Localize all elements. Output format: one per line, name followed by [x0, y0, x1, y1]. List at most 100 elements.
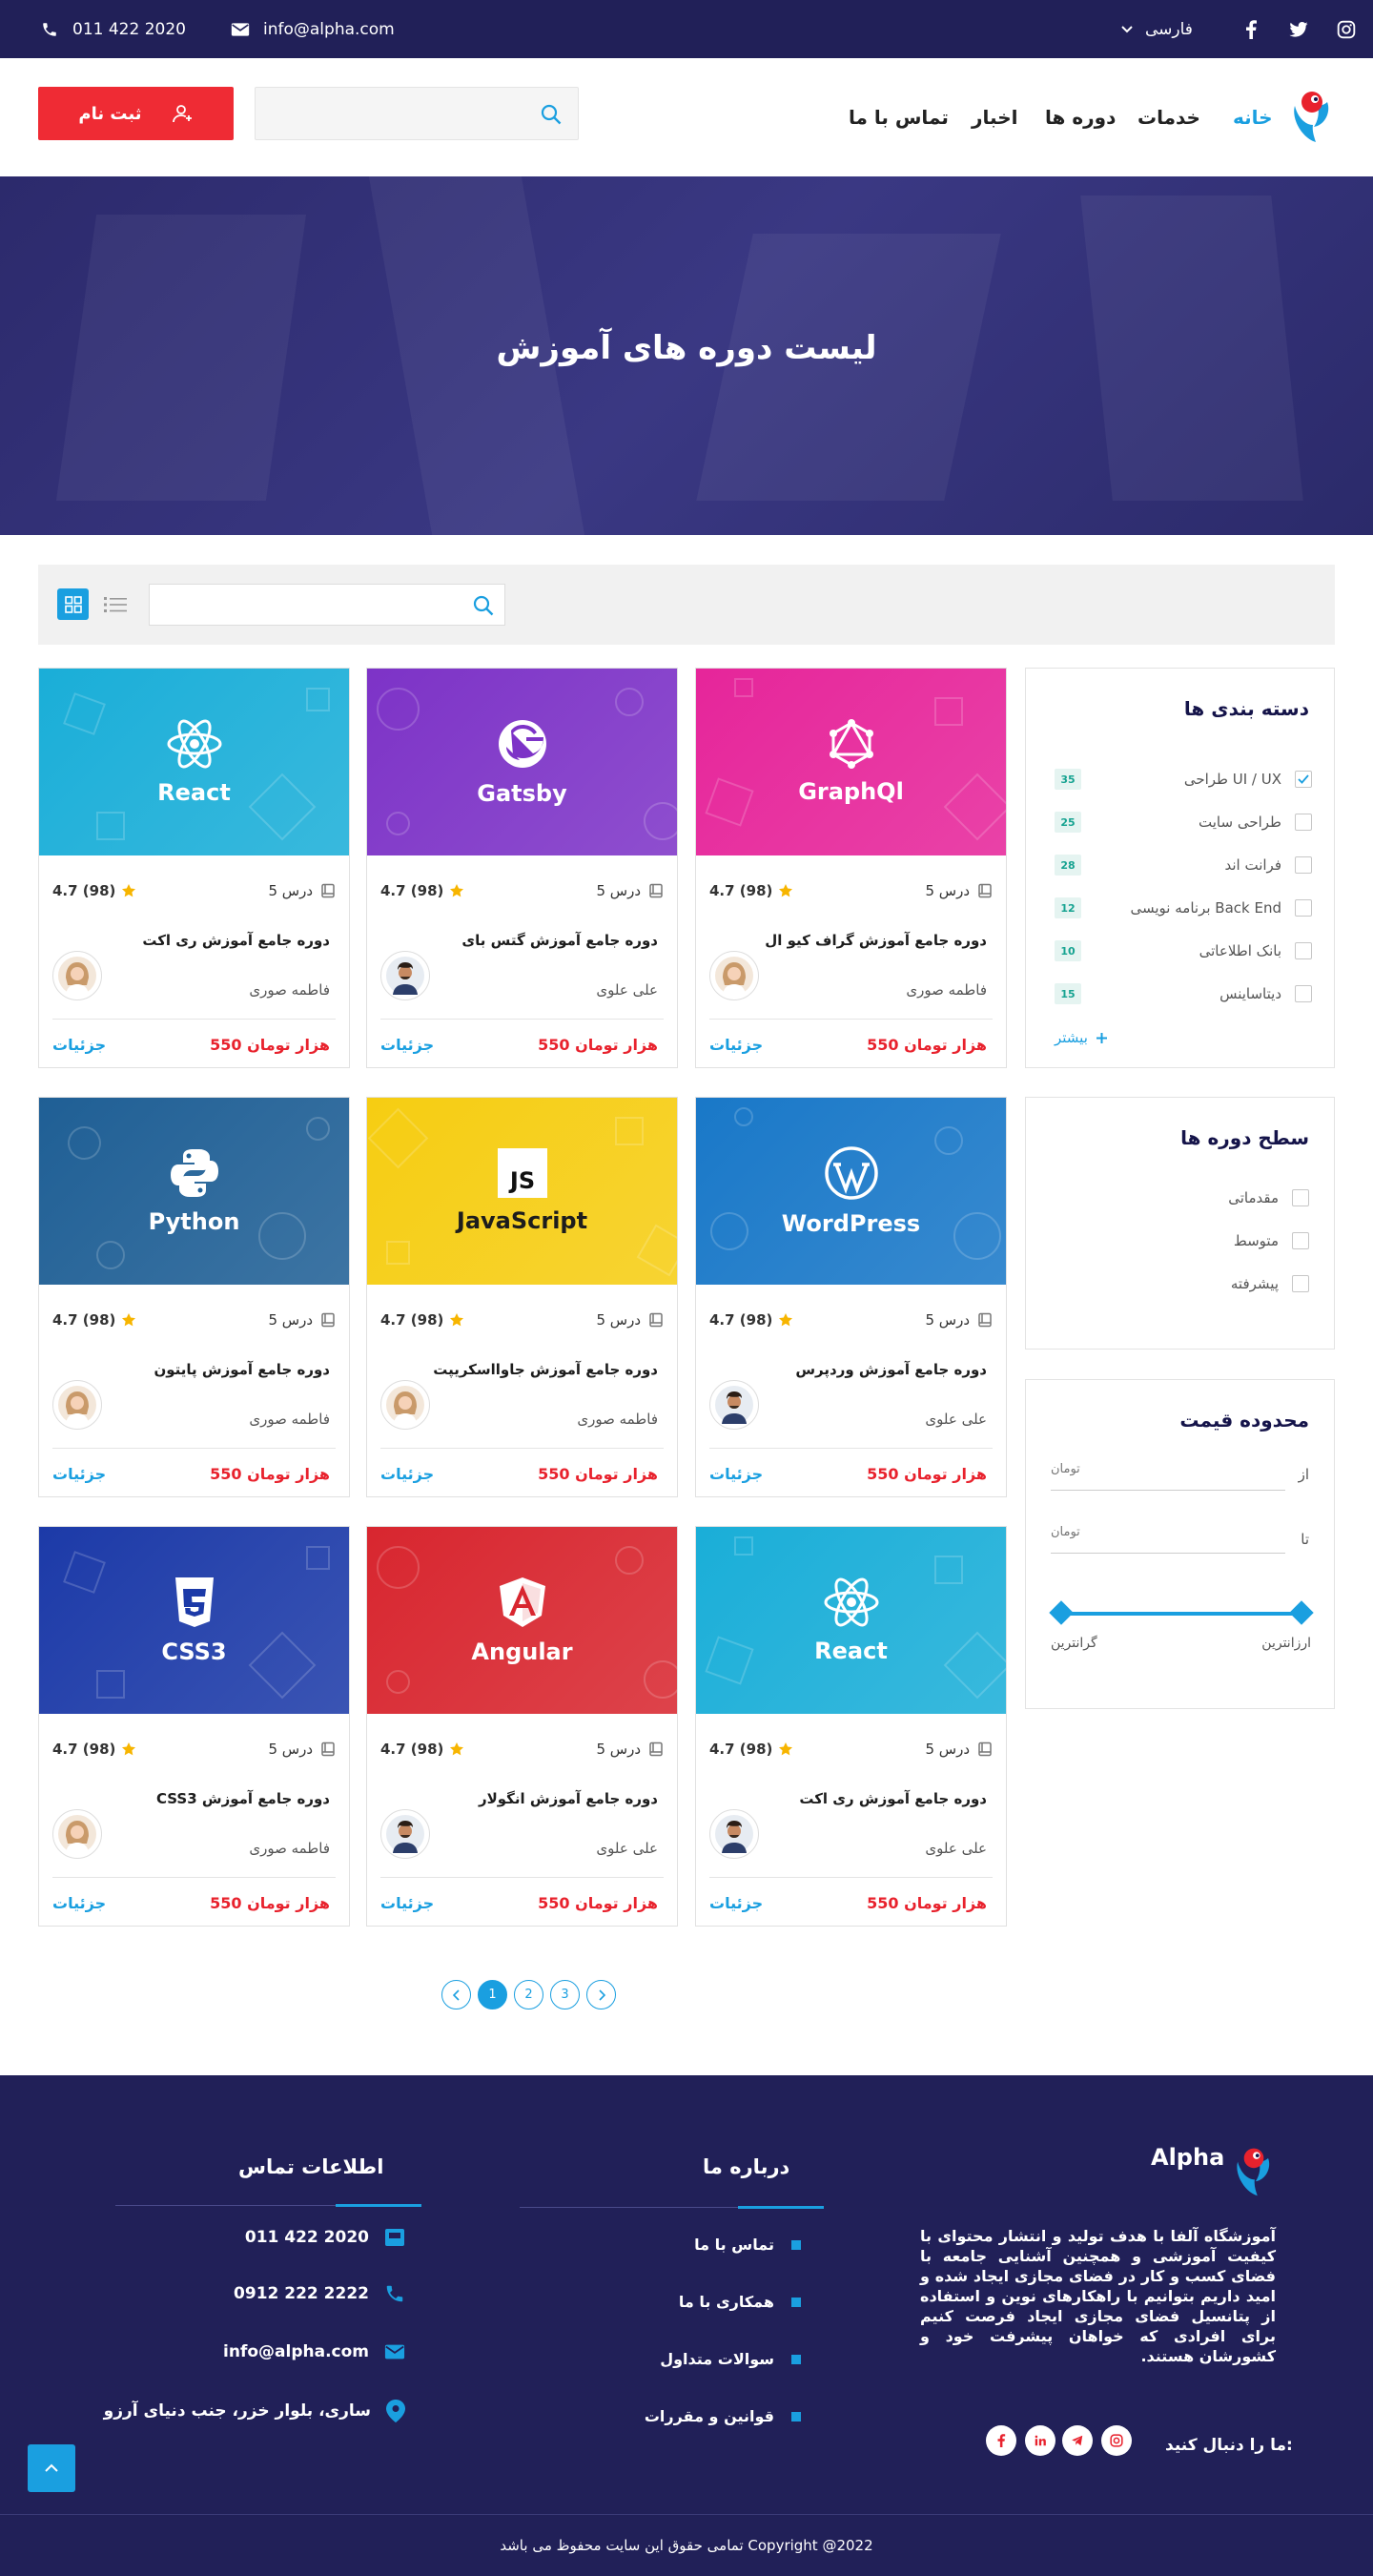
course-title[interactable]: دوره جامع آموزش انگولار: [479, 1790, 658, 1807]
course-title[interactable]: دوره جامع آموزش گراف کیو ال: [765, 932, 987, 949]
next-page-button[interactable]: [586, 1980, 616, 2009]
register-button[interactable]: ثبت نام: [38, 87, 234, 140]
grid-view-button[interactable]: [57, 588, 89, 620]
nav-home[interactable]: خانه: [1233, 58, 1273, 176]
course-thumbnail[interactable]: GraphQl: [696, 669, 1006, 855]
facebook-icon[interactable]: [1240, 18, 1262, 41]
course-thumbnail[interactable]: Gatsby: [367, 669, 677, 855]
course-card[interactable]: CSS3 4.7 (98) 5 درس دوره جامع آموزش CSS3 فاط…: [38, 1526, 350, 1927]
price-slider-max-handle[interactable]: [1289, 1600, 1314, 1625]
course-details-link[interactable]: جزئیات: [380, 1465, 434, 1483]
course-thumbnail[interactable]: Angular: [367, 1527, 677, 1714]
course-details-link[interactable]: جزئیات: [380, 1036, 434, 1054]
category-item[interactable]: 28 فرانت اند: [1055, 854, 1312, 876]
contact-phone[interactable]: 011 422 2020: [245, 2228, 405, 2247]
level-option[interactable]: متوسط: [1234, 1232, 1309, 1249]
course-card[interactable]: JS JavaScript 4.7 (98) 5 درس دوره جامع آموزش…: [366, 1097, 678, 1497]
nav-contact[interactable]: تماس با ما: [849, 58, 949, 176]
course-title[interactable]: دوره جامع آموزش وردپرس: [795, 1361, 987, 1378]
course-details-link[interactable]: جزئیات: [52, 1894, 106, 1912]
course-search-field[interactable]: [149, 584, 505, 626]
level-option[interactable]: پیشرفته: [1231, 1275, 1309, 1292]
course-details-link[interactable]: جزئیات: [709, 1465, 763, 1483]
contact-mobile[interactable]: 0912 222 2222: [234, 2283, 405, 2304]
checkbox[interactable]: [1295, 899, 1312, 917]
course-details-link[interactable]: جزئیات: [52, 1465, 106, 1483]
topbar-phone[interactable]: 011 422 2020: [38, 0, 186, 58]
checkbox[interactable]: [1292, 1232, 1309, 1249]
course-thumbnail[interactable]: JS JavaScript: [367, 1098, 677, 1285]
course-title[interactable]: دوره جامع آموزش ری اکت: [142, 932, 330, 949]
back-to-top-button[interactable]: [28, 2444, 75, 2492]
course-details-link[interactable]: جزئیات: [380, 1894, 434, 1912]
category-item[interactable]: 10 بانک اطلاعاتی: [1055, 939, 1312, 962]
site-logo[interactable]: [1289, 85, 1335, 150]
search-icon[interactable]: [540, 103, 563, 130]
course-title[interactable]: دوره جامع آموزش پایتون: [154, 1361, 330, 1378]
instagram-icon[interactable]: [1335, 18, 1358, 41]
contact-address[interactable]: ساری، بلوار خزر، جنب دنیای آرزو: [104, 2400, 405, 2422]
category-item[interactable]: 12 برنامه نویسی Back End: [1055, 896, 1312, 919]
footer-link[interactable]: قوانین و مقررات: [645, 2407, 801, 2425]
course-card[interactable]: Gatsby 4.7 (98) 5 درس دوره جامع آموزش گتس ب…: [366, 668, 678, 1068]
price-to-field[interactable]: تومان: [1051, 1519, 1285, 1554]
list-icon: [103, 596, 127, 613]
course-card[interactable]: WordPress 4.7 (98) 5 درس دوره جامع آموزش ور…: [695, 1097, 1007, 1497]
footer-link[interactable]: همکاری با ما: [679, 2293, 801, 2311]
list-view-button[interactable]: [99, 588, 131, 620]
nav-courses[interactable]: دوره ها: [1045, 58, 1116, 176]
course-details-link[interactable]: جزئیات: [52, 1036, 106, 1054]
checkbox[interactable]: [1295, 856, 1312, 874]
category-item[interactable]: 15 دیتاساینس: [1055, 982, 1312, 1005]
header-search-input[interactable]: [265, 97, 513, 130]
course-thumbnail[interactable]: Python: [39, 1098, 349, 1285]
course-teacher: فاطمه صوری: [906, 981, 987, 999]
linkedin-icon[interactable]: [1025, 2425, 1055, 2456]
course-title[interactable]: دوره جامع آموزش گتس بای: [461, 932, 658, 949]
footer-link[interactable]: تماس با ما: [694, 2236, 801, 2254]
search-icon[interactable]: [472, 594, 495, 621]
instagram-icon[interactable]: [1101, 2425, 1132, 2456]
topbar-email[interactable]: info@alpha.com: [229, 0, 395, 58]
checkbox[interactable]: [1292, 1189, 1309, 1206]
level-option[interactable]: مقدماتی: [1228, 1189, 1309, 1206]
price-slider-min-handle[interactable]: [1049, 1600, 1074, 1625]
course-card[interactable]: Angular 4.7 (98) 5 درس دوره جامع آموزش انگو…: [366, 1526, 678, 1927]
course-thumbnail[interactable]: CSS3: [39, 1527, 349, 1714]
course-title[interactable]: دوره جامع آموزش ری اکت: [799, 1790, 987, 1807]
prev-page-button[interactable]: [441, 1980, 471, 2009]
checkbox[interactable]: [1295, 814, 1312, 831]
checkbox[interactable]: [1292, 1275, 1309, 1292]
course-thumbnail[interactable]: React: [696, 1527, 1006, 1714]
checkbox[interactable]: [1295, 942, 1312, 959]
more-categories-link[interactable]: بیشتر: [1055, 1029, 1108, 1046]
telegram-icon[interactable]: [1062, 2425, 1093, 2456]
twitter-icon[interactable]: [1287, 18, 1310, 41]
nav-news[interactable]: اخبار: [972, 58, 1017, 176]
footer-link[interactable]: سوالات متداول: [660, 2350, 801, 2368]
category-item[interactable]: 25 طراحی سایت: [1055, 811, 1312, 834]
price-slider-track[interactable]: [1060, 1612, 1302, 1616]
course-card[interactable]: React 4.7 (98) 5 درس دوره جامع آموزش ری اکت…: [38, 668, 350, 1068]
checkbox[interactable]: [1295, 771, 1312, 788]
course-thumbnail[interactable]: React: [39, 669, 349, 855]
course-details-link[interactable]: جزئیات: [709, 1036, 763, 1054]
course-card[interactable]: Python 4.7 (98) 5 درس دوره جامع آموزش پایتو…: [38, 1097, 350, 1497]
page-button[interactable]: 3: [550, 1980, 580, 2009]
page-button[interactable]: 2: [514, 1980, 543, 2009]
language-selector[interactable]: فارسی: [1120, 0, 1193, 58]
course-card[interactable]: React 4.7 (98) 5 درس دوره جامع آموزش ری اکت…: [695, 1526, 1007, 1927]
contact-email[interactable]: info@alpha.com: [223, 2342, 405, 2361]
course-details-link[interactable]: جزئیات: [709, 1894, 763, 1912]
price-from-field[interactable]: تومان: [1051, 1456, 1285, 1491]
course-thumbnail[interactable]: WordPress: [696, 1098, 1006, 1285]
page-button[interactable]: 1: [478, 1980, 507, 2009]
facebook-icon[interactable]: [986, 2425, 1016, 2456]
checkbox[interactable]: [1295, 985, 1312, 1002]
course-title[interactable]: دوره جامع آموزش جاوااسکریپت: [433, 1361, 658, 1378]
nav-services[interactable]: خدمات: [1137, 58, 1200, 176]
check-icon: [1298, 774, 1309, 784]
course-card[interactable]: GraphQl 4.7 (98) 5 درس دوره جامع آموزش گراف…: [695, 668, 1007, 1068]
category-item[interactable]: 35 طراحی UI / UX: [1055, 768, 1312, 791]
course-title[interactable]: دوره جامع آموزش CSS3: [156, 1790, 330, 1807]
